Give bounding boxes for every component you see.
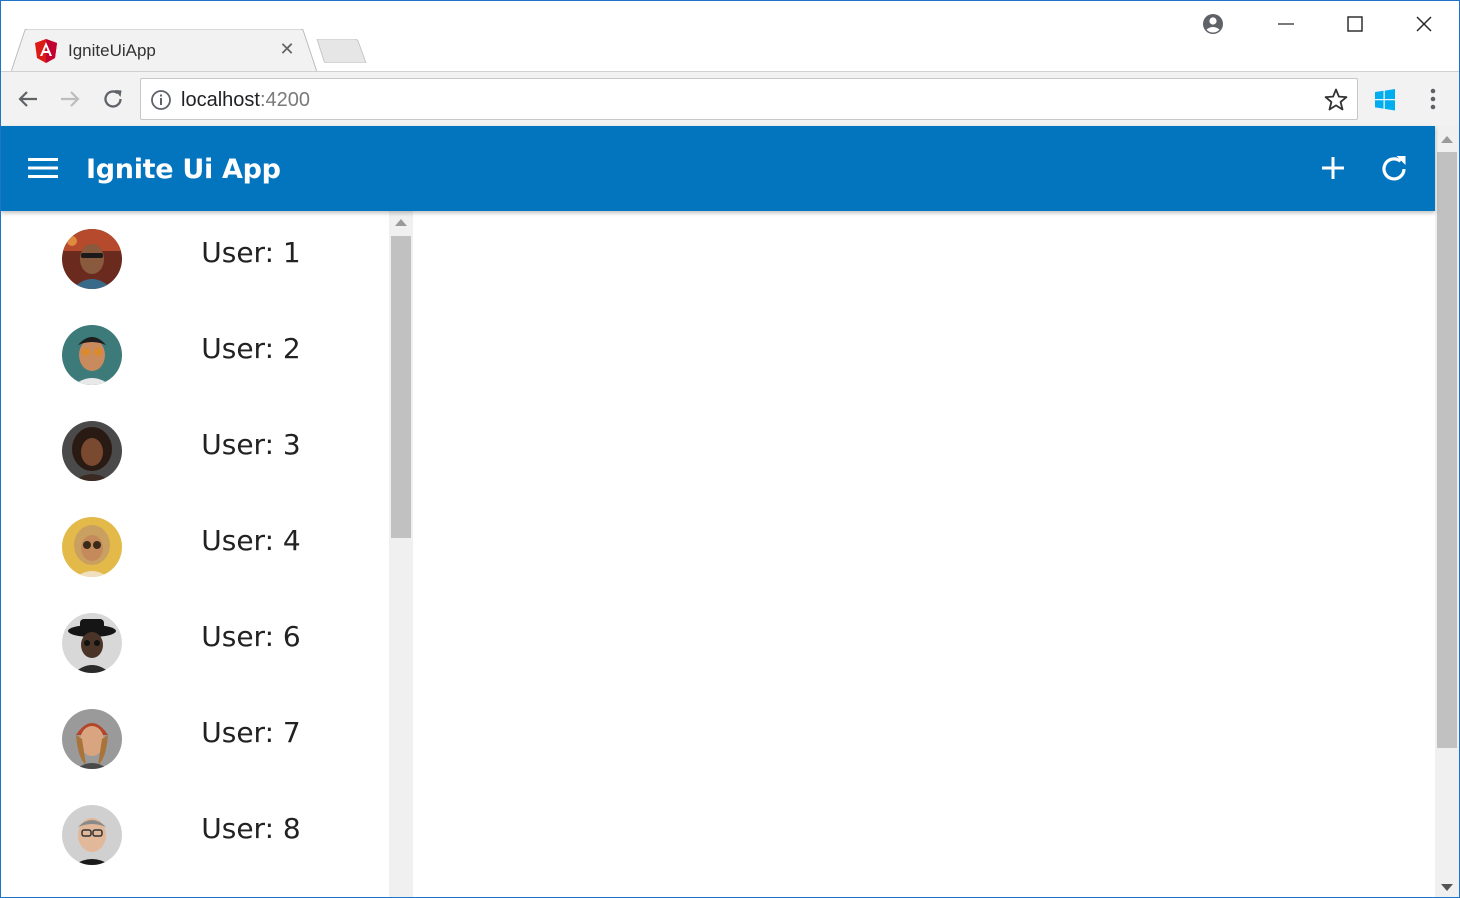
user-label: User: 2 xyxy=(201,332,301,365)
user-label: User: 4 xyxy=(201,524,301,557)
user-label: User: 8 xyxy=(201,812,301,845)
user-label: User: 1 xyxy=(201,236,301,269)
page-scrollbar[interactable] xyxy=(1435,126,1459,897)
app-title: Ignite Ui App xyxy=(86,154,281,185)
app-navbar: Ignite Ui App xyxy=(1,126,1435,211)
minimize-icon[interactable] xyxy=(1269,9,1303,39)
scrollbar-thumb[interactable] xyxy=(1437,152,1457,748)
star-icon[interactable] xyxy=(1323,87,1349,113)
scroll-up-arrow-icon[interactable] xyxy=(395,219,407,226)
maximize-icon[interactable] xyxy=(1338,9,1372,39)
user-label: User: 7 xyxy=(201,716,301,749)
hamburger-menu-icon[interactable] xyxy=(28,156,60,180)
avatar-4 xyxy=(62,517,122,577)
close-icon[interactable] xyxy=(1407,9,1441,39)
tab-strip: IgniteUiApp ✕ xyxy=(1,1,1459,72)
page-content: Ignite Ui App User: 1 User: 2 User: 3 Us… xyxy=(1,126,1459,897)
forward-arrow-icon[interactable] xyxy=(55,84,85,114)
list-item[interactable]: User: 8 xyxy=(1,787,389,883)
windows-extension-icon[interactable] xyxy=(1372,87,1398,113)
url-port: :4200 xyxy=(259,89,310,111)
list-item[interactable]: User: 2 xyxy=(1,307,389,403)
address-bar[interactable]: localhost:4200 xyxy=(140,78,1358,120)
tab-close-icon[interactable]: ✕ xyxy=(277,39,297,59)
user-label: User: 3 xyxy=(201,428,301,461)
avatar-7 xyxy=(62,709,122,769)
browser-tab[interactable]: IgniteUiApp ✕ xyxy=(11,29,317,72)
profile-icon[interactable] xyxy=(1198,9,1228,39)
list-item[interactable]: User: 4 xyxy=(1,499,389,595)
scroll-down-arrow-icon[interactable] xyxy=(1441,884,1453,891)
avatar-8 xyxy=(62,805,122,865)
avatar-1 xyxy=(62,229,122,289)
refresh-icon[interactable] xyxy=(1377,152,1411,186)
reload-icon[interactable] xyxy=(98,84,128,114)
avatar-2 xyxy=(62,325,122,385)
user-label: User: 6 xyxy=(201,620,301,653)
browser-window: IgniteUiApp ✕ localhost:4200 Ignite Ui A… xyxy=(0,0,1460,898)
tab-title: IgniteUiApp xyxy=(68,41,156,60)
new-tab-button[interactable] xyxy=(315,38,367,64)
back-arrow-icon[interactable] xyxy=(13,84,43,114)
list-item[interactable]: User: 3 xyxy=(1,403,389,499)
list-item[interactable]: User: 6 xyxy=(1,595,389,691)
scrollbar-thumb[interactable] xyxy=(391,236,411,538)
browser-toolbar: localhost:4200 xyxy=(1,71,1459,126)
avatar-3 xyxy=(62,421,122,481)
scroll-up-arrow-icon[interactable] xyxy=(1441,136,1453,143)
kebab-menu-icon[interactable] xyxy=(1421,86,1445,114)
list-item[interactable]: User: 7 xyxy=(1,691,389,787)
url-host: localhost xyxy=(181,89,260,111)
info-icon[interactable] xyxy=(150,89,172,111)
angular-icon xyxy=(35,39,57,63)
url-text[interactable]: localhost:4200 xyxy=(181,89,310,112)
list-item[interactable]: User: 1 xyxy=(1,211,389,307)
user-list-scrollbar[interactable] xyxy=(389,211,413,897)
user-list: User: 1 User: 2 User: 3 User: 4 User: 6 … xyxy=(1,211,389,897)
add-icon[interactable] xyxy=(1317,152,1349,184)
avatar-6 xyxy=(62,613,122,673)
